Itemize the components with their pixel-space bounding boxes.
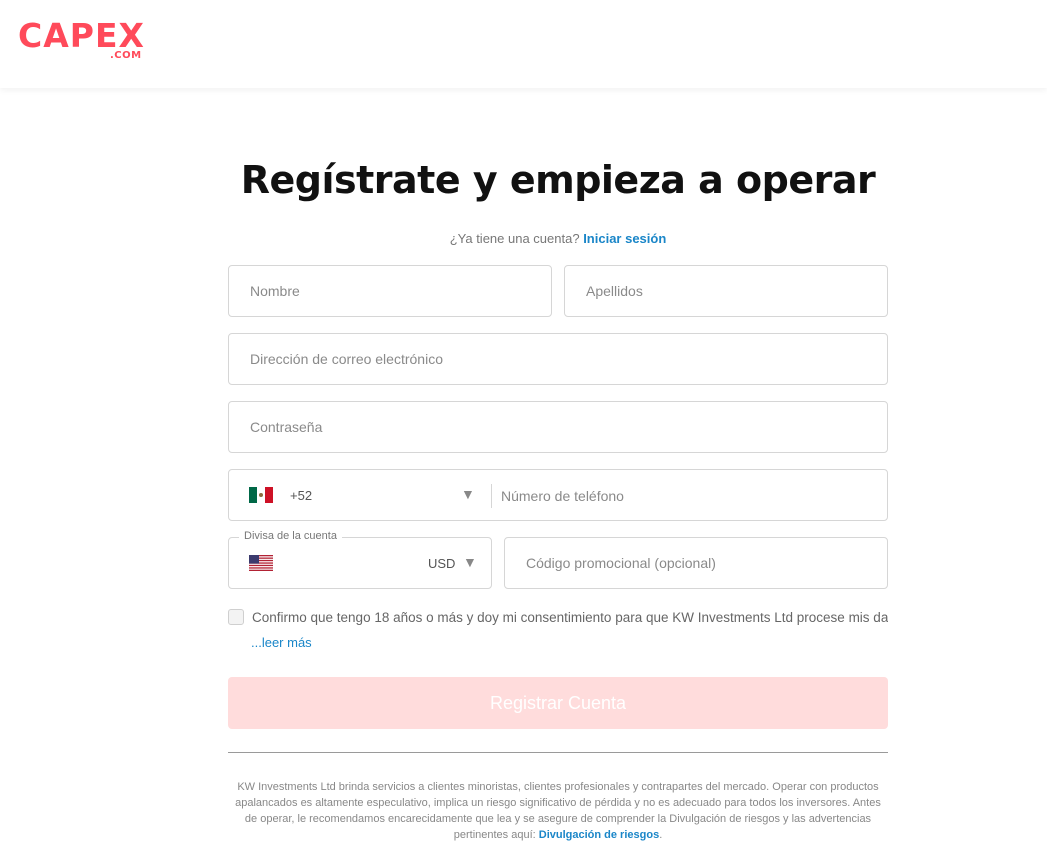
country-code-select[interactable]: +52 ▼ [229, 470, 491, 520]
risk-disclaimer: KW Investments Ltd brinda servicios a cl… [228, 779, 888, 843]
logo-suffix: .COM [110, 50, 142, 61]
currency-legend: Divisa de la cuenta [239, 530, 342, 542]
chevron-down-icon: ▼ [461, 486, 475, 502]
login-link[interactable]: Iniciar sesión [583, 231, 666, 246]
phone-placeholder[interactable]: Número de teléfono [501, 488, 624, 504]
promo-code-placeholder: Código promocional (opcional) [526, 555, 716, 571]
disclaimer-period: . [659, 829, 663, 841]
mexico-flag-icon [249, 487, 273, 503]
logo-text: CAPEX [18, 16, 145, 55]
read-more-link[interactable]: ...leer más [251, 635, 312, 650]
risk-disclosure-link[interactable]: Divulgación de riesgos [539, 829, 659, 841]
capex-logo[interactable]: CAPEX .COM [18, 16, 145, 62]
divider [228, 752, 888, 753]
currency-select[interactable]: Divisa de la cuenta USD ▼ [228, 530, 492, 589]
password-field[interactable]: Contraseña [228, 401, 888, 453]
chevron-down-icon: ▼ [463, 554, 477, 570]
first-name-placeholder: Nombre [250, 283, 300, 299]
consent-text: Confirmo que tengo 18 años o más y doy m… [252, 610, 888, 625]
password-placeholder: Contraseña [250, 419, 323, 435]
register-account-button[interactable]: Registrar Cuenta [228, 677, 888, 729]
country-code: +52 [290, 488, 313, 503]
email-placeholder: Dirección de correo electrónico [250, 351, 443, 367]
phone-field: +52 ▼ Número de teléfono [228, 469, 888, 521]
has-account-text: ¿Ya tiene una cuenta? [449, 231, 580, 246]
usa-flag-icon [249, 555, 273, 571]
email-field[interactable]: Dirección de correo electrónico [228, 333, 888, 385]
first-name-field[interactable]: Nombre [228, 265, 552, 317]
page-title: Regístrate y empieza a operar [240, 158, 876, 202]
promo-code-field[interactable]: Código promocional (opcional) [504, 537, 888, 589]
currency-value: USD [428, 556, 456, 571]
last-name-placeholder: Apellidos [586, 283, 643, 299]
login-prompt: ¿Ya tiene una cuenta? Iniciar sesión [0, 231, 1047, 246]
consent-checkbox[interactable] [228, 609, 244, 625]
phone-separator [491, 484, 492, 508]
last-name-field[interactable]: Apellidos [564, 265, 888, 317]
site-header: CAPEX .COM [0, 0, 1047, 88]
